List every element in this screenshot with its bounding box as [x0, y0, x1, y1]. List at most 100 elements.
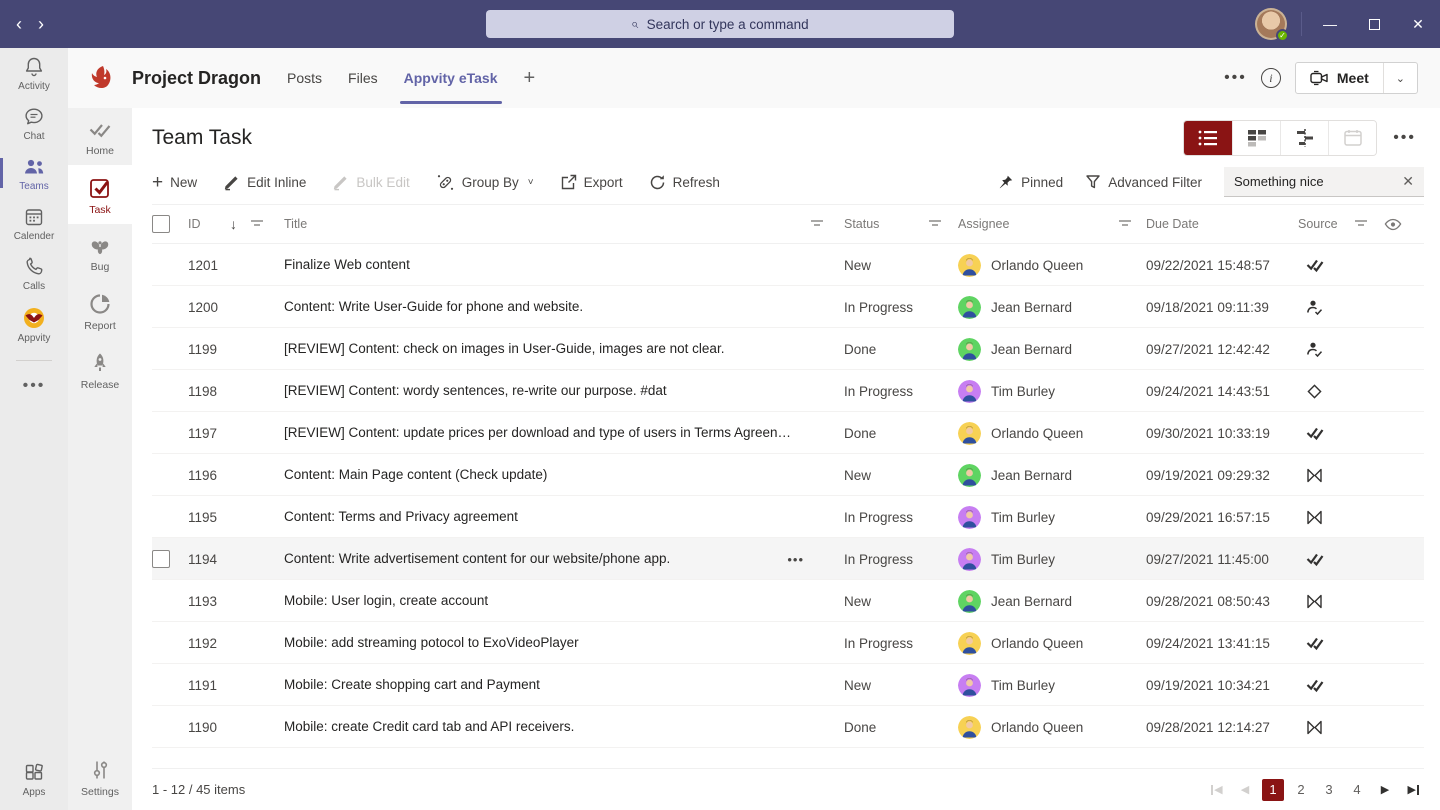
assignee-name: Orlando Queen	[991, 426, 1083, 441]
filter-icon-assignee[interactable]	[928, 219, 942, 229]
task-title-cell[interactable]: [REVIEW] Content: update prices per down…	[284, 412, 810, 454]
views-more-button[interactable]: •••	[1393, 129, 1424, 147]
filter-icon-id[interactable]	[250, 219, 264, 229]
task-title-cell[interactable]: [REVIEW] Content: check on images in Use…	[284, 328, 810, 370]
rail-item-teams[interactable]: Teams	[0, 148, 68, 198]
task-title-cell[interactable]: Content: Write advertisement content for…	[284, 538, 810, 580]
last-page-button[interactable]: ▶	[1402, 779, 1424, 801]
etask-doublecheck-icon	[1306, 551, 1324, 567]
sidebar-item-bug[interactable]: Bug	[68, 224, 132, 281]
table-row[interactable]: 1196Content: Main Page content (Check up…	[152, 454, 1424, 496]
clear-search-icon[interactable]: ✕	[1402, 173, 1414, 190]
table-row[interactable]: 1200Content: Write User-Guide for phone …	[152, 286, 1424, 328]
bulk-edit-button[interactable]: Bulk Edit	[332, 174, 409, 191]
settings-sliders-icon	[87, 757, 113, 783]
board-view-button[interactable]	[1232, 121, 1280, 155]
column-header-assignee[interactable]: Assignee	[958, 217, 1118, 231]
new-button[interactable]: +New	[152, 173, 197, 192]
minimize-button[interactable]: —	[1308, 0, 1352, 48]
first-page-button[interactable]: ◀	[1206, 779, 1228, 801]
forward-icon[interactable]: ›	[38, 15, 44, 33]
eye-columns-icon[interactable]	[1384, 218, 1402, 231]
table-row[interactable]: 1194Content: Write advertisement content…	[152, 538, 1424, 580]
table-row[interactable]: 1192Mobile: add streaming potocol to Exo…	[152, 622, 1424, 664]
table-row[interactable]: 1197[REVIEW] Content: update prices per …	[152, 412, 1424, 454]
rail-item-activity[interactable]: Activity	[0, 48, 68, 98]
timeline-view-button[interactable]	[1280, 121, 1328, 155]
column-header-status[interactable]: Status	[844, 217, 928, 231]
add-tab-button[interactable]: +	[524, 48, 536, 108]
items-count: 1 - 12 / 45 items	[152, 782, 245, 797]
sidebar-item-home[interactable]: Home	[68, 108, 132, 165]
filter-icon-source[interactable]	[1354, 219, 1368, 229]
task-title-cell[interactable]: Content: Terms and Privacy agreement•••	[284, 496, 810, 538]
rail-item-appvity[interactable]: Appvity	[0, 298, 68, 350]
next-page-button[interactable]: ▶	[1374, 779, 1396, 801]
tab-appvity-etask[interactable]: Appvity eTask	[404, 48, 498, 108]
maximize-button[interactable]	[1352, 0, 1396, 48]
table-row[interactable]: 1193Mobile: User login, create account••…	[152, 580, 1424, 622]
tab-files[interactable]: Files	[348, 48, 378, 108]
pinned-button[interactable]: Pinned	[997, 174, 1063, 191]
back-icon[interactable]: ‹	[16, 15, 22, 33]
filter-icon-status[interactable]	[810, 219, 824, 229]
page-button-3[interactable]: 3	[1318, 779, 1340, 801]
table-row[interactable]: 1199[REVIEW] Content: check on images in…	[152, 328, 1424, 370]
rail-item-chat[interactable]: Chat	[0, 98, 68, 148]
column-header-title[interactable]: Title	[284, 217, 810, 231]
calendar-view-button[interactable]	[1328, 121, 1376, 155]
task-title-cell[interactable]: Mobile: Create shopping cart and Payment…	[284, 664, 810, 706]
close-button[interactable]: ✕	[1396, 0, 1440, 48]
table-row[interactable]: 1190Mobile: create Credit card tab and A…	[152, 706, 1424, 748]
chat-icon	[22, 105, 46, 129]
table-row[interactable]: 1195Content: Terms and Privacy agreement…	[152, 496, 1424, 538]
task-title-cell[interactable]: Mobile: User login, create account•••	[284, 580, 810, 622]
group-by-button[interactable]: Group By˅	[436, 173, 534, 192]
meet-dropdown-chevron-icon[interactable]: ⌄	[1384, 63, 1417, 93]
table-row[interactable]: 1198[REVIEW] Content: wordy sentences, r…	[152, 370, 1424, 412]
table-row[interactable]: 1201Finalize Web content•••NewOrlando Qu…	[152, 244, 1424, 286]
meet-button[interactable]: Meet ⌄	[1295, 62, 1418, 94]
export-button[interactable]: Export	[560, 174, 623, 191]
user-avatar[interactable]: ✓	[1255, 8, 1287, 40]
channel-more-button[interactable]: •••	[1224, 69, 1247, 87]
rail-item-calendar[interactable]: Calender	[0, 198, 68, 248]
page-button-4[interactable]: 4	[1346, 779, 1368, 801]
task-due-date: 09/19/2021 10:34:21	[1146, 678, 1298, 693]
advanced-filter-button[interactable]: Advanced Filter	[1085, 174, 1202, 190]
task-title-cell[interactable]: Content: Main Page content (Check update…	[284, 454, 810, 496]
select-all-checkbox[interactable]	[152, 215, 170, 233]
column-header-duedate[interactable]: Due Date	[1146, 217, 1298, 231]
task-title-cell[interactable]: [REVIEW] Content: wordy sentences, re-wr…	[284, 370, 810, 412]
sidebar-item-task[interactable]: Task	[68, 165, 132, 224]
refresh-button[interactable]: Refresh	[649, 174, 720, 191]
rail-item-calls[interactable]: Calls	[0, 248, 68, 298]
sort-desc-icon[interactable]: ↓	[230, 216, 237, 232]
task-title-cell[interactable]: Finalize Web content•••	[284, 244, 810, 286]
page-button-1[interactable]: 1	[1262, 779, 1284, 801]
command-search-input[interactable]: ⌕ Search or type a command	[486, 10, 954, 38]
rail-item-apps[interactable]: Apps	[0, 754, 68, 804]
task-title-cell[interactable]: Mobile: add streaming potocol to ExoVide…	[284, 622, 810, 664]
task-title-cell[interactable]: Content: Write User-Guide for phone and …	[284, 286, 810, 328]
task-title-cell[interactable]: Mobile: create Credit card tab and API r…	[284, 706, 810, 748]
quick-search-input[interactable]: Something nice ✕	[1224, 167, 1424, 197]
sidebar-item-report[interactable]: Report	[68, 281, 132, 340]
column-header-id[interactable]: ID	[188, 217, 230, 231]
task-due-date: 09/27/2021 11:45:00	[1146, 552, 1298, 567]
sidebar-item-release[interactable]: Release	[68, 340, 132, 399]
prev-page-button[interactable]: ◀	[1234, 779, 1256, 801]
info-icon[interactable]: i	[1261, 68, 1281, 88]
row-checkbox-cell[interactable]	[152, 550, 188, 568]
list-view-button[interactable]	[1184, 121, 1232, 155]
edit-inline-button[interactable]: Edit Inline	[223, 174, 306, 191]
sidebar-item-settings[interactable]: Settings	[68, 747, 132, 806]
row-more-button[interactable]: •••	[787, 552, 810, 567]
rail-more-button[interactable]: •••	[23, 371, 46, 401]
tab-posts[interactable]: Posts	[287, 48, 322, 108]
table-row[interactable]: 1191Mobile: Create shopping cart and Pay…	[152, 664, 1424, 706]
page-button-2[interactable]: 2	[1290, 779, 1312, 801]
filter-icon-duedate[interactable]	[1118, 219, 1132, 229]
column-header-source[interactable]: Source	[1298, 217, 1354, 231]
row-checkbox[interactable]	[152, 550, 170, 568]
